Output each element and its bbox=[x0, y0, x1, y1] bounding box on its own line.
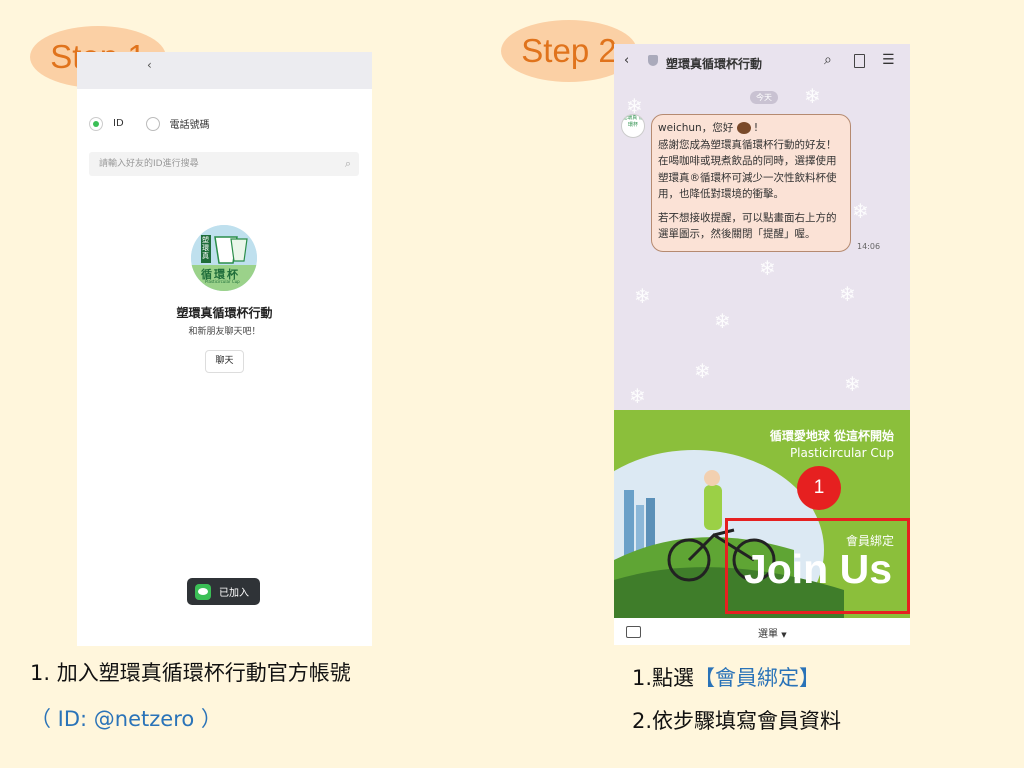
line-logo-icon bbox=[195, 583, 211, 600]
step2-caption-highlight: 【會員綁定】 bbox=[694, 666, 821, 690]
date-badge: 今天 bbox=[750, 91, 778, 104]
snowflake-icon: ❄ bbox=[714, 309, 731, 333]
back-icon[interactable]: ‹ bbox=[147, 58, 152, 72]
top-bar: ‹ bbox=[77, 52, 372, 89]
snowflake-icon: ❄ bbox=[694, 359, 711, 383]
menu-label: 選單 bbox=[758, 629, 778, 640]
keyboard-icon[interactable] bbox=[626, 626, 641, 638]
step1-caption-line2: （ ID: @netzero ） bbox=[30, 707, 222, 731]
snowflake-icon: ❄ bbox=[839, 282, 856, 306]
callout-number-badge: 1 bbox=[797, 466, 841, 510]
step1-caption-line1: 1. 加入塑環真循環杯行動官方帳號 bbox=[30, 661, 351, 685]
snowflake-icon: ❄ bbox=[852, 199, 869, 223]
chat-bottom-bar: 選單 ▼ bbox=[614, 618, 910, 645]
menu-icon[interactable]: ☰ bbox=[882, 52, 895, 68]
radio-phone[interactable] bbox=[145, 116, 160, 131]
message-body2: 若不想接收提醒，可以點畫面右上方的選單圖示，然後關閉「提醒」喔。 bbox=[658, 211, 837, 241]
chat-title: 塑環真循環杯行動 bbox=[666, 57, 763, 71]
radio-phone-label: 電話號碼 bbox=[169, 120, 210, 131]
added-label: 已加入 bbox=[219, 588, 249, 599]
official-account-subtitle: 和新朋友聊天吧！ bbox=[188, 327, 261, 337]
back-icon[interactable]: ‹ bbox=[624, 53, 629, 68]
caret-down-icon: ▼ bbox=[781, 631, 787, 639]
message-greeting: weichun，您好 bbox=[658, 122, 734, 134]
bear-emoji-icon bbox=[736, 122, 751, 134]
menu-toggle-label[interactable]: 選單 ▼ bbox=[758, 625, 787, 640]
search-placeholder: 請輸入好友的ID進行搜尋 bbox=[99, 159, 199, 169]
snowflake-icon: ❄ bbox=[629, 384, 646, 408]
search-type-radio-group: ID 電話號碼 bbox=[89, 116, 210, 131]
step1-phone-screenshot: ‹ ID 電話號碼 請輸入好友的ID進行搜尋 ⌕ 塑環真 循環杯 Plastic… bbox=[77, 52, 372, 646]
message-time: 14:06 bbox=[857, 242, 881, 251]
highlight-box bbox=[725, 518, 910, 614]
rich-slogan: 循環愛地球 從這杯開始 bbox=[769, 429, 894, 443]
snowflake-icon: ❄ bbox=[759, 256, 776, 280]
official-account-avatar: 塑環真 循環杯 Plasticircular Cup bbox=[191, 225, 257, 291]
search-icon[interactable]: ⌕ bbox=[345, 152, 351, 176]
added-toast: 已加入 bbox=[187, 578, 260, 605]
official-account-name: 塑環真循環杯行動 bbox=[176, 306, 273, 320]
shield-icon bbox=[648, 55, 658, 66]
message-body1: 感謝您成為塑環真循環杯行動的好友！在喝咖啡或現煮飲品的同時，選擇使用塑環真®循環… bbox=[658, 138, 837, 201]
bot-avatar-text: 塑環真 循環杯 bbox=[622, 115, 644, 128]
radio-id-label: ID bbox=[113, 118, 124, 129]
bot-avatar: 塑環真 循環杯 bbox=[621, 114, 645, 138]
welcome-message-bubble: weichun，您好 ! 感謝您成為塑環真循環杯行動的好友！在喝咖啡或現煮飲品的… bbox=[651, 114, 851, 252]
snowflake-icon: ❄ bbox=[804, 84, 821, 108]
snowflake-icon: ❄ bbox=[634, 284, 651, 308]
message-greeting-line: weichun，您好 ! bbox=[658, 120, 844, 137]
friend-search-input[interactable]: 請輸入好友的ID進行搜尋 ⌕ bbox=[89, 152, 359, 176]
notes-icon[interactable] bbox=[854, 54, 865, 68]
search-icon[interactable]: ⌕ bbox=[824, 52, 832, 68]
avatar-text-sub: Plasticircular Cup bbox=[205, 279, 240, 284]
step2-caption-prefix: 1.點選 bbox=[632, 666, 695, 690]
step2-caption-line1: 1.點選【會員綁定】 bbox=[632, 662, 820, 692]
avatar-text-vertical: 塑環真 bbox=[202, 236, 209, 260]
rich-brand: Plasticircular Cup bbox=[789, 446, 894, 460]
radio-id[interactable] bbox=[89, 116, 103, 131]
chat-button[interactable]: 聊天 bbox=[205, 350, 244, 373]
snowflake-icon: ❄ bbox=[844, 372, 861, 396]
chat-header: ‹ 塑環真循環杯行動 ⌕ ☰ bbox=[614, 44, 910, 78]
step2-caption-line2: 2.依步驟填寫會員資料 bbox=[632, 709, 842, 733]
exclamation: ! bbox=[753, 122, 759, 134]
